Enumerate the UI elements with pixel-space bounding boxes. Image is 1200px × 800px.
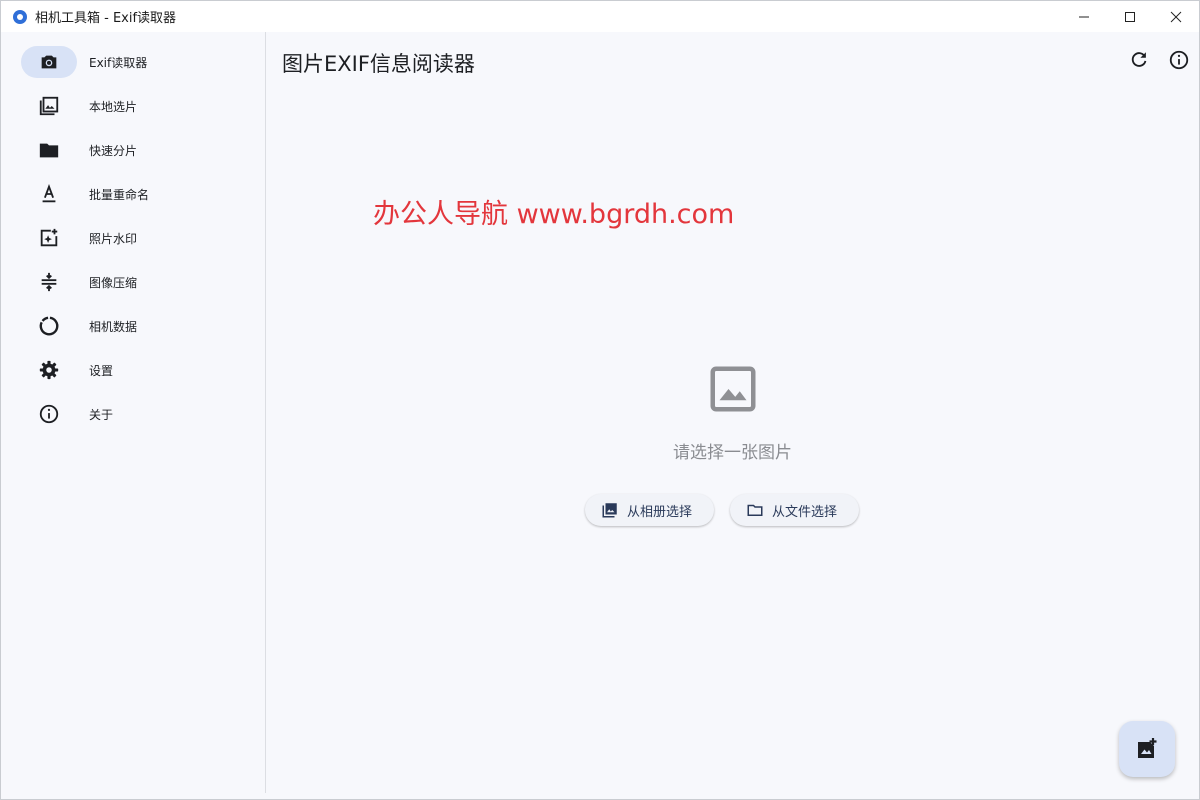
sidebar-item-compress[interactable]: 图像压缩 — [21, 266, 251, 298]
camera-icon — [21, 46, 77, 78]
close-button[interactable] — [1153, 1, 1199, 32]
select-from-album-label: 从相册选择 — [627, 504, 693, 520]
page-title: 图片EXIF信息阅读器 — [282, 52, 475, 76]
sidebar-item-local-select[interactable]: 本地选片 — [21, 90, 251, 122]
top-actions — [1127, 48, 1191, 72]
add-photo-sparkle-icon — [21, 222, 77, 254]
minimize-button[interactable] — [1061, 1, 1107, 32]
select-from-album-button[interactable]: 从相册选择 — [585, 494, 715, 526]
add-photo-icon — [1138, 738, 1157, 758]
refresh-icon — [1131, 52, 1147, 67]
photo-library-icon — [602, 503, 617, 518]
close-icon — [1170, 11, 1182, 22]
sidebar-item-label: 照片水印 — [89, 231, 138, 246]
app-window: 相机工具箱 - Exif读取器 Exif读取器 本地选片 快速分片 批量重命名 … — [0, 0, 1200, 800]
window-title: 相机工具箱 - Exif读取器 — [35, 11, 177, 26]
refresh-button[interactable] — [1127, 48, 1151, 72]
sidebar-item-settings[interactable]: 设置 — [21, 354, 251, 386]
folder-open-icon — [747, 504, 763, 516]
sidebar-item-label: 设置 — [89, 363, 114, 378]
compress-icon — [21, 266, 77, 298]
maximize-icon — [1125, 11, 1135, 22]
text-format-icon — [21, 178, 77, 210]
info-icon — [21, 398, 77, 430]
minimize-icon — [1079, 16, 1089, 17]
sidebar-item-watermark[interactable]: 照片水印 — [21, 222, 251, 254]
info-button[interactable] — [1167, 48, 1191, 72]
gear-icon — [21, 354, 77, 386]
maximize-button[interactable] — [1107, 1, 1153, 32]
sidebar-item-camera-data[interactable]: 相机数据 — [21, 310, 251, 342]
sidebar-item-label: 快速分片 — [89, 143, 138, 158]
sidebar-item-label: 图像压缩 — [89, 275, 138, 290]
app-logo-icon — [13, 9, 27, 24]
main-content: 图片EXIF信息阅读器 办公人导航 www.bgrdh.com 请选择一张图片 … — [266, 32, 1199, 793]
sidebar-item-label: 关于 — [89, 407, 114, 422]
sidebar-item-label: 批量重命名 — [89, 187, 150, 202]
select-from-file-label: 从文件选择 — [772, 504, 838, 520]
sidebar-item-quick-sort[interactable]: 快速分片 — [21, 134, 251, 166]
sidebar-item-label: 本地选片 — [89, 99, 138, 114]
sidebar-item-exif-reader[interactable]: Exif读取器 — [21, 46, 251, 78]
sidebar-item-batch-rename[interactable]: 批量重命名 — [21, 178, 251, 210]
sidebar-item-about[interactable]: 关于 — [21, 398, 251, 430]
empty-hint: 请选择一张图片 — [673, 443, 792, 463]
photo-library-icon — [21, 90, 77, 122]
donut-icon — [21, 310, 77, 342]
folder-icon — [21, 134, 77, 166]
sidebar-item-label: 相机数据 — [89, 319, 138, 334]
select-buttons: 从相册选择 从文件选择 — [585, 494, 860, 526]
sidebar-item-label: Exif读取器 — [89, 55, 148, 70]
watermark-text: 办公人导航 www.bgrdh.com — [373, 199, 735, 230]
window-controls — [1061, 1, 1199, 32]
info-icon — [1169, 50, 1189, 70]
add-photo-fab[interactable] — [1119, 721, 1175, 777]
image-placeholder-icon — [706, 362, 760, 420]
empty-state: 请选择一张图片 — [266, 362, 1199, 463]
select-from-file-button[interactable]: 从文件选择 — [730, 494, 860, 526]
title-bar: 相机工具箱 - Exif读取器 — [1, 1, 1199, 32]
sidebar: Exif读取器 本地选片 快速分片 批量重命名 照片水印 图像压缩 相机数据 设… — [9, 32, 266, 793]
